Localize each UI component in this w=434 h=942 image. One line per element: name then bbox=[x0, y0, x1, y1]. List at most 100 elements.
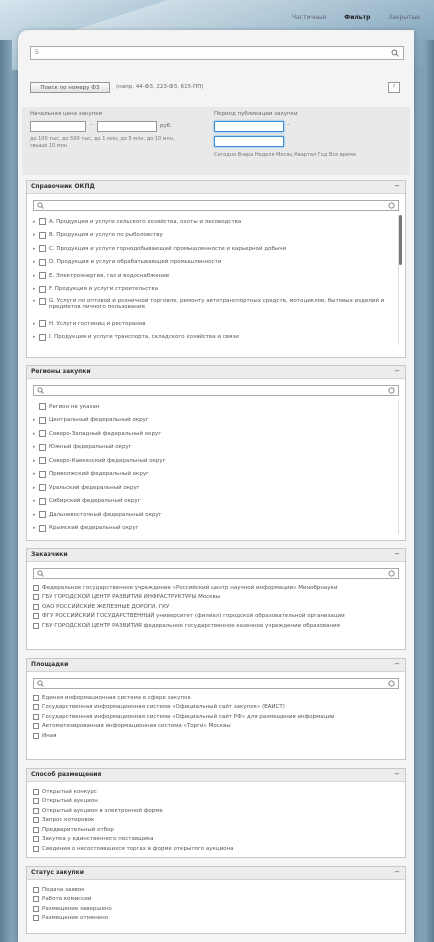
checkbox[interactable] bbox=[33, 594, 39, 601]
checkbox[interactable] bbox=[39, 430, 46, 438]
tree-item[interactable]: ▸ B. Продукция и услуги по рыболовству bbox=[33, 229, 398, 243]
list-item[interactable]: Федеральное государственное учреждение «… bbox=[33, 583, 405, 593]
tree-item[interactable]: ▸ Крымский федеральный округ bbox=[33, 522, 398, 535]
clear-icon[interactable] bbox=[388, 570, 395, 579]
date-quick-link[interactable]: Все время bbox=[329, 152, 356, 158]
checkbox[interactable] bbox=[39, 218, 46, 226]
checkbox[interactable] bbox=[39, 258, 46, 266]
checkbox[interactable] bbox=[33, 807, 39, 814]
price-quick-link[interactable]: до 1 млн bbox=[94, 136, 117, 142]
date-quick-link[interactable]: Месяц bbox=[276, 152, 293, 158]
list-item[interactable]: Государственная информационная система «… bbox=[33, 712, 405, 722]
tree-item[interactable]: ▸ H. Услуги гостиниц и ресторанов bbox=[33, 317, 398, 331]
date-quick-link[interactable]: Вчера bbox=[238, 152, 254, 158]
checkbox[interactable] bbox=[33, 915, 39, 922]
clear-icon[interactable] bbox=[388, 202, 395, 211]
list-item[interactable]: ФГУ РОССИЙСКИЙ ГОСУДАРСТВЕННЫЙ университ… bbox=[33, 612, 405, 622]
list-item[interactable]: Сведения о несостоявшихся торгах в форме… bbox=[33, 844, 405, 854]
checkbox[interactable] bbox=[39, 484, 46, 492]
price-quick-link[interactable]: до 500 тыс bbox=[62, 136, 91, 142]
checkbox[interactable] bbox=[39, 416, 46, 424]
checkbox[interactable] bbox=[33, 704, 39, 711]
checkbox[interactable] bbox=[33, 817, 39, 824]
list-item[interactable]: Запрос котировок bbox=[33, 816, 405, 826]
checkbox[interactable] bbox=[33, 826, 39, 833]
checkbox[interactable] bbox=[33, 896, 39, 903]
checkbox[interactable] bbox=[33, 905, 39, 912]
list-item[interactable]: ГБУ ГОРОДСКОЙ ЦЕНТР РАЗВИТИЯ федеральное… bbox=[33, 621, 405, 631]
search-by-law-button[interactable]: Поиск по номеру ФЗ bbox=[30, 82, 110, 93]
checkbox[interactable] bbox=[33, 788, 39, 795]
list-item[interactable]: Размещение отменено bbox=[33, 914, 405, 924]
date-quick-link[interactable]: Квартал bbox=[294, 152, 316, 158]
tree-item[interactable]: ▸ Приволжский федеральный округ bbox=[33, 468, 398, 482]
checkbox[interactable] bbox=[33, 713, 39, 720]
checkbox[interactable] bbox=[39, 443, 46, 451]
main-search-input[interactable]: 5 bbox=[30, 46, 404, 60]
date-quick-link[interactable]: Неделя bbox=[255, 152, 275, 158]
clear-icon[interactable] bbox=[388, 387, 395, 396]
minus-icon[interactable]: − bbox=[394, 367, 400, 375]
section-header[interactable]: Способ размещения − bbox=[27, 769, 405, 782]
checkbox[interactable] bbox=[39, 333, 46, 341]
checkbox[interactable] bbox=[39, 285, 46, 293]
checkbox[interactable] bbox=[33, 694, 39, 701]
minus-icon[interactable]: − bbox=[394, 550, 400, 558]
list-item[interactable]: Открытый конкурс bbox=[33, 787, 405, 797]
price-quick-link[interactable]: до 10 млн bbox=[147, 136, 173, 142]
minus-icon[interactable]: − bbox=[394, 660, 400, 668]
price-quick-link[interactable]: до 5 млн bbox=[120, 136, 143, 142]
tree-item[interactable]: ▸ Центральный федеральный округ bbox=[33, 414, 398, 428]
tab-filter[interactable]: Фильтр bbox=[344, 14, 370, 21]
platforms-search-input[interactable] bbox=[33, 678, 399, 689]
list-item[interactable]: Открытый аукцион в электронной форме bbox=[33, 806, 405, 816]
tree-item[interactable]: ▸ E. Электроэнергия, газ и водоснабжение bbox=[33, 269, 398, 283]
list-item[interactable]: Размещение завершено bbox=[33, 904, 405, 914]
checkbox[interactable] bbox=[33, 613, 39, 620]
checkbox[interactable] bbox=[33, 584, 39, 591]
checkbox[interactable] bbox=[39, 497, 46, 505]
list-item[interactable]: ГБУ ГОРОДСКОЙ ЦЕНТР РАЗВИТИЯ ИНФРАСТРУКТ… bbox=[33, 593, 405, 603]
price-quick-link[interactable]: до 100 тыс bbox=[30, 136, 59, 142]
tree-item[interactable]: ▸ F. Продукция и услуги строительства bbox=[33, 283, 398, 297]
list-item[interactable]: Предварительный отбор bbox=[33, 825, 405, 835]
checkbox[interactable] bbox=[33, 723, 39, 730]
tree-item[interactable]: ▸ Южный федеральный округ bbox=[33, 441, 398, 455]
list-item[interactable]: Государственная информационная система «… bbox=[33, 703, 405, 713]
okpd-search-input[interactable] bbox=[33, 200, 399, 211]
checkbox[interactable] bbox=[33, 798, 39, 805]
date-from-input[interactable] bbox=[214, 121, 284, 132]
checkbox[interactable] bbox=[39, 470, 46, 478]
list-item[interactable]: Автоматизированная информационная систем… bbox=[33, 722, 405, 732]
price-to-input[interactable] bbox=[97, 121, 157, 132]
scrollbar[interactable] bbox=[399, 215, 402, 265]
list-item[interactable]: Работа комиссии bbox=[33, 895, 405, 905]
help-button[interactable]: ? bbox=[388, 82, 400, 93]
checkbox[interactable] bbox=[39, 245, 46, 253]
list-item[interactable]: Закупка у единственного поставщика bbox=[33, 835, 405, 845]
minus-icon[interactable]: − bbox=[394, 770, 400, 778]
price-from-input[interactable] bbox=[30, 121, 86, 132]
regions-search-input[interactable] bbox=[33, 385, 399, 396]
tree-item[interactable]: ▸ Дальневосточный федеральный округ bbox=[33, 508, 398, 522]
date-quick-link[interactable]: Год bbox=[318, 152, 328, 158]
checkbox[interactable] bbox=[39, 457, 46, 465]
checkbox[interactable] bbox=[39, 298, 46, 305]
section-header[interactable]: Площадки − bbox=[27, 659, 405, 672]
tab-partial[interactable]: Частичные bbox=[292, 14, 326, 21]
tree-item[interactable]: ▸ I. Продукция и услуги транспорта, склад… bbox=[33, 331, 398, 345]
list-item[interactable]: Открытый аукцион bbox=[33, 797, 405, 807]
checkbox[interactable] bbox=[33, 836, 39, 843]
tree-item[interactable]: ▸ G. Услуги по оптовой и розничной торгов… bbox=[33, 296, 398, 317]
section-header[interactable]: Справочник ОКПД − bbox=[27, 181, 405, 194]
list-item[interactable]: Иная bbox=[33, 731, 405, 741]
checkbox[interactable] bbox=[33, 732, 39, 739]
checkbox[interactable] bbox=[33, 845, 39, 852]
tree-item[interactable]: ▸ Уральский федеральный округ bbox=[33, 481, 398, 495]
checkbox[interactable] bbox=[33, 886, 39, 893]
list-item[interactable]: Подача заявок bbox=[33, 885, 405, 895]
clear-icon[interactable] bbox=[388, 680, 395, 689]
tab-closed[interactable]: Закрытые bbox=[388, 14, 420, 21]
tree-item[interactable]: ▸ A. Продукция и услуги сельского хозяйст… bbox=[33, 215, 398, 229]
checkbox[interactable] bbox=[39, 320, 46, 328]
